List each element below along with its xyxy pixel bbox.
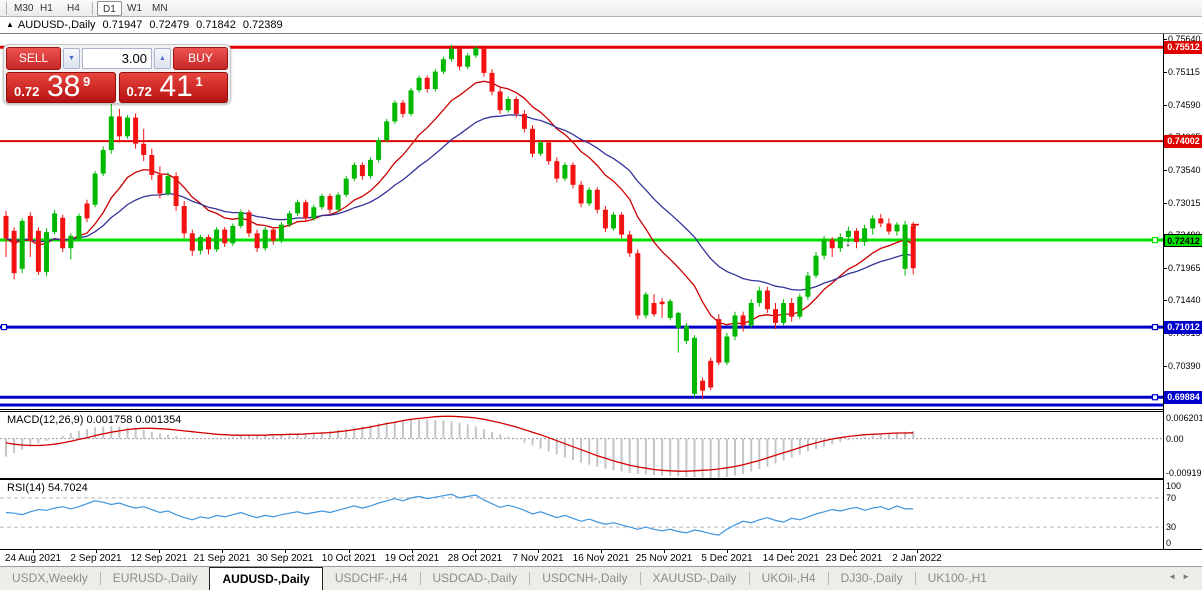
ohlc-open: 0.71947 [102,19,143,31]
tab-eurusd-daily[interactable]: EURUSD-,Daily [101,567,210,590]
macd-pane[interactable]: MACD(12,26,9) 0.001758 0.001354 [0,412,1163,478]
level-line-handle[interactable] [1151,236,1159,244]
chevron-down-icon: ▼ [68,55,75,62]
sell-button[interactable]: SELL [6,47,61,70]
ohlc-close: 0.72389 [242,19,283,31]
rsi-line [5,493,914,536]
price-axis-tick: 0.71965 [1164,263,1202,273]
price-axis-tick: 0.73540 [1164,165,1202,175]
date-axis-label: 16 Nov 2021 [572,553,630,564]
macd-axis-tick: 0.00 [1166,434,1184,444]
chart-title-row: ▲ AUDUSD-,Daily 0.71947 0.72479 0.71842 0.723… [0,18,1202,33]
date-axis-label: 5 Dec 2021 [701,553,753,564]
ohlc-high: 0.72479 [149,19,190,31]
symbol-marker-icon: ▲ [6,20,14,29]
tab-uk100-h1[interactable]: UK100-,H1 [916,567,999,590]
sell-price-box[interactable]: 0.72 38 9 [6,70,116,103]
price-axis-tick: 0.70390 [1164,361,1202,371]
tab-dj30-daily[interactable]: DJ30-,Daily [829,567,915,590]
level-line-handle[interactable] [1151,394,1159,401]
buy-price-big: 41 [159,70,193,103]
buy-price-prefix: 0.72 [126,84,152,99]
sell-price-prefix: 0.72 [14,84,40,99]
scroll-right-icon[interactable]: ► [1182,572,1196,581]
date-axis-label: 30 Sep 2021 [256,553,314,564]
price-axis[interactable]: 0.756400.751150.745900.740650.735400.730… [1163,34,1202,549]
toolbar-divider [6,2,7,15]
date-axis-label: 21 Sep 2021 [193,553,251,564]
timeframe-mn-button[interactable]: MN [147,1,173,16]
timeframe-h1-button[interactable]: H1 [35,1,58,16]
rsi-indicator-label: RSI(14) 54.7024 [7,482,88,494]
down-arrow-marker[interactable]: ↓ [845,237,851,249]
tab-ukoil-h4[interactable]: UKOil-,H4 [750,567,828,590]
ohlc-low: 0.71842 [196,19,236,31]
volume-input[interactable] [82,48,152,69]
date-axis-label: 14 Dec 2021 [762,553,820,564]
price-level-badge: 0.69884 [1164,391,1202,404]
macd-axis-tick: 0.006201 [1166,413,1202,423]
price-axis-tick: 0.74590 [1164,100,1202,110]
date-axis-label: 19 Oct 2021 [384,553,440,564]
timeframe-toolbar: M30 H1 H4 D1 W1 MN [0,0,1202,17]
date-axis-label: 2 Sep 2021 [70,553,122,564]
one-click-trading-widget: SELL ▼ ▲ BUY 0.72 38 9 0.72 41 1 [3,44,231,104]
rsi-axis-tick: 30 [1166,522,1177,532]
price-level-badge: 0.72412 [1164,234,1202,247]
date-axis-label: 7 Nov 2021 [512,553,564,564]
timeframe-d1-button[interactable]: D1 [97,1,122,16]
price-axis-tick: 0.75115 [1164,67,1202,77]
tab-scroll-arrows: ◄► [1168,572,1196,581]
price-level-badge: 0.74002 [1164,135,1202,148]
macd-indicator-label: MACD(12,26,9) 0.001758 0.001354 [7,414,182,426]
timeframe-h4-button[interactable]: H4 [62,1,85,16]
symbol-tab-bar: USDX,Weekly EURUSD-,Daily AUDUSD-,Daily USD… [0,566,1202,590]
sell-price-pip: 9 [83,74,91,89]
volume-decrease-button[interactable]: ▼ [63,48,80,69]
rsi-pane[interactable]: RSI(14) 54.7024 [0,480,1163,549]
toolbar-divider [92,2,93,15]
date-axis-label: 10 Oct 2021 [321,553,377,564]
tab-usdcnh-daily[interactable]: USDCNH-,Daily [530,567,639,590]
rsi-svg[interactable] [0,480,1163,549]
sell-price-big: 38 [47,70,81,103]
rsi-axis-tick: 100 [1166,481,1182,491]
tab-audusd-daily[interactable]: AUDUSD-,Daily [209,567,323,590]
rsi-axis-tick: 70 [1166,493,1177,503]
buy-price-pip: 1 [195,74,203,89]
price-level-badge: 0.71012 [1164,321,1202,334]
buy-button[interactable]: BUY [173,47,228,70]
volume-increase-button[interactable]: ▲ [154,48,171,69]
date-axis-label: 23 Dec 2021 [825,553,883,564]
price-axis-tick: 0.73015 [1164,198,1202,208]
timeframe-w1-button[interactable]: W1 [122,1,147,16]
chart-region: ↓ MACD(12,26,9) 0.001758 0.001354 RSI(14… [0,33,1202,566]
tab-xauusd-daily[interactable]: XAUUSD-,Daily [641,567,749,590]
chevron-up-icon: ▲ [159,55,166,62]
price-axis-tick: 0.71440 [1164,295,1202,305]
macd-axis-tick: -0.00919 [1166,468,1202,478]
price-level-badge: 0.75512 [1164,41,1202,54]
date-axis-label: 12 Sep 2021 [130,553,188,564]
level-line-handle[interactable] [0,323,8,331]
tab-usdx-weekly[interactable]: USDX,Weekly [0,567,100,590]
chart-symbol-label: AUDUSD-,Daily [17,19,96,31]
date-axis-label: 2 Jan 2022 [892,553,942,564]
tab-usdcad-daily[interactable]: USDCAD-,Daily [421,567,530,590]
date-axis-label: 24 Aug 2021 [4,553,62,564]
fast-ma-line [5,80,914,326]
date-axis-label: 28 Oct 2021 [447,553,503,564]
tab-usdchf-h4[interactable]: USDCHF-,H4 [323,567,420,590]
scroll-left-icon[interactable]: ◄ [1168,572,1182,581]
rsi-axis-tick: 0 [1166,538,1172,548]
date-axis-label: 25 Nov 2021 [635,553,693,564]
buy-price-box[interactable]: 0.72 41 1 [118,70,228,103]
level-line-handle[interactable] [1151,323,1159,331]
